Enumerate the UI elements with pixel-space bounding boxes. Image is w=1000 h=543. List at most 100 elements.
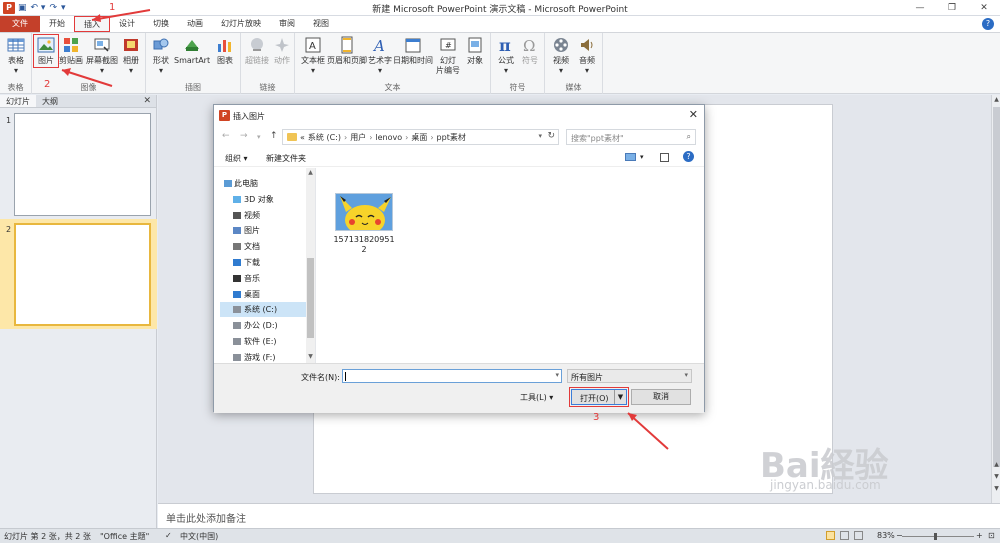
- nav-item[interactable]: 3D 对象: [220, 192, 310, 207]
- audio-button[interactable]: 音频 ▾: [575, 36, 599, 76]
- zoom-level[interactable]: 83%: [877, 531, 895, 540]
- zoom-slider-track[interactable]: [902, 536, 974, 537]
- tab-animations[interactable]: 动画: [178, 16, 212, 32]
- filename-input[interactable]: ▾: [342, 369, 562, 383]
- minimize-icon[interactable]: —: [904, 0, 936, 16]
- new-folder-button[interactable]: 新建文件夹: [266, 153, 306, 164]
- tab-home[interactable]: 开始: [40, 16, 74, 32]
- restore-icon[interactable]: ❐: [936, 0, 968, 16]
- open-button[interactable]: 打开(O) ▼: [569, 387, 629, 407]
- tab-view[interactable]: 视图: [304, 16, 338, 32]
- close-pane-icon[interactable]: ✕: [143, 95, 151, 108]
- navigation-scrollbar[interactable]: ▲ ▼: [306, 168, 315, 363]
- breadcrumb-overflow[interactable]: «: [300, 133, 305, 142]
- scroll-up-icon[interactable]: ▲: [992, 96, 1000, 103]
- screenshot-button[interactable]: 屏幕截图 ▾: [84, 36, 120, 76]
- object-button[interactable]: 对象: [463, 36, 487, 66]
- insert-picture-button[interactable]: 图片: [33, 34, 59, 68]
- nav-item[interactable]: 视频: [220, 208, 310, 223]
- view-options-dropdown-icon[interactable]: ▾: [640, 153, 644, 161]
- notes-pane[interactable]: 单击此处添加备注: [158, 503, 1000, 528]
- tools-button[interactable]: 工具(L) ▾: [520, 392, 553, 403]
- dialog-close-icon[interactable]: ✕: [689, 108, 698, 121]
- zoom-slider-thumb[interactable]: [934, 533, 937, 540]
- equation-button[interactable]: π 公式 ▾: [494, 36, 518, 76]
- slide-sorter-icon[interactable]: [840, 531, 849, 540]
- hyperlink-button[interactable]: 超链接: [244, 36, 270, 66]
- symbol-button[interactable]: Ω 符号: [519, 36, 541, 66]
- scroll-up-page-icon[interactable]: ▲: [992, 461, 1000, 468]
- nav-scroll-up-icon[interactable]: ▲: [306, 169, 315, 176]
- shapes-button[interactable]: 形状 ▾: [150, 36, 172, 76]
- refresh-icon[interactable]: ↻: [547, 131, 555, 141]
- reading-view-icon[interactable]: [854, 531, 863, 540]
- nav-scroll-down-icon[interactable]: ▼: [306, 353, 315, 360]
- slide-thumbnail-1[interactable]: [14, 113, 151, 216]
- tab-review[interactable]: 审阅: [270, 16, 304, 32]
- clipart-button[interactable]: 剪贴画: [59, 36, 83, 66]
- scroll-down-icon[interactable]: ▼: [992, 485, 1000, 492]
- tab-insert[interactable]: 插入: [74, 16, 110, 32]
- address-bar[interactable]: « 系统 (C:) › 用户 › lenovo › 桌面 › ppt素材 ▾ ↻: [282, 129, 559, 145]
- video-button[interactable]: 视频 ▾: [549, 36, 573, 76]
- nav-scroll-thumb[interactable]: [307, 258, 314, 338]
- breadcrumb-desktop[interactable]: 桌面: [411, 132, 427, 143]
- action-button[interactable]: 动作: [271, 36, 293, 66]
- search-icon[interactable]: ⌕: [687, 132, 691, 142]
- breadcrumb-users[interactable]: 用户: [350, 132, 366, 143]
- recent-locations-icon[interactable]: ▾: [257, 133, 261, 141]
- search-input[interactable]: 搜索"ppt素材" ⌕: [566, 129, 696, 145]
- organize-button[interactable]: 组织 ▾: [225, 153, 248, 164]
- tab-file[interactable]: 文件: [0, 16, 40, 32]
- dialog-help-icon[interactable]: ?: [683, 151, 694, 162]
- fit-slide-icon[interactable]: ⊡: [988, 531, 995, 540]
- table-button[interactable]: 表格 ▾: [4, 36, 28, 76]
- tab-slideshow[interactable]: 幻灯片放映: [212, 16, 270, 32]
- change-view-icon[interactable]: [625, 153, 636, 161]
- nav-item[interactable]: 软件 (E:): [220, 334, 310, 349]
- spellcheck-icon[interactable]: ✓: [165, 531, 172, 540]
- breadcrumb-drive-c[interactable]: 系统 (C:): [308, 132, 341, 143]
- filetype-select[interactable]: 所有图片 ▾: [567, 369, 692, 383]
- file-item[interactable]: 157131820951 2: [331, 193, 397, 255]
- photo-album-button[interactable]: 相册 ▾: [120, 36, 142, 76]
- nav-item[interactable]: 系统 (C:): [220, 302, 310, 318]
- nav-item[interactable]: 音乐: [220, 271, 310, 286]
- tab-slides[interactable]: 幻灯片: [0, 95, 36, 107]
- nav-item[interactable]: 下载: [220, 255, 310, 270]
- breadcrumb-ppt-folder[interactable]: ppt素材: [437, 132, 466, 143]
- forward-arrow-icon[interactable]: →: [240, 131, 248, 141]
- language-status[interactable]: 中文(中国): [180, 531, 218, 542]
- smartart-button[interactable]: SmartArt: [174, 36, 210, 66]
- datetime-button[interactable]: 日期和时间: [393, 36, 433, 66]
- nav-item[interactable]: 办公 (D:): [220, 318, 310, 333]
- textbox-button[interactable]: A 文本框 ▾: [299, 36, 327, 76]
- tab-design[interactable]: 设计: [110, 16, 144, 32]
- filename-dropdown-icon[interactable]: ▾: [555, 371, 559, 379]
- slide-number-button[interactable]: # 幻灯 片编号: [435, 36, 461, 76]
- header-footer-button[interactable]: 页眉和页脚: [327, 36, 367, 66]
- editor-scroll-thumb[interactable]: [993, 107, 1000, 467]
- close-icon[interactable]: ✕: [968, 0, 1000, 16]
- scroll-down-page-icon[interactable]: ▼: [992, 473, 1000, 480]
- help-icon[interactable]: ?: [982, 18, 994, 30]
- address-dropdown-icon[interactable]: ▾: [538, 132, 542, 140]
- up-arrow-icon[interactable]: ↑: [270, 131, 278, 141]
- back-arrow-icon[interactable]: ←: [222, 131, 230, 141]
- breadcrumb-lenovo[interactable]: lenovo: [375, 133, 402, 142]
- nav-item[interactable]: 文档: [220, 239, 310, 254]
- nav-item[interactable]: 此电脑: [220, 176, 310, 191]
- zoom-in-icon[interactable]: +: [976, 531, 983, 540]
- nav-item[interactable]: 桌面: [220, 287, 310, 302]
- preview-pane-icon[interactable]: [660, 153, 669, 162]
- nav-item[interactable]: 图片: [220, 223, 310, 238]
- editor-vertical-scrollbar[interactable]: ▲ ▲ ▼ ▼: [991, 95, 1000, 503]
- wordart-button[interactable]: A 艺术字 ▾: [367, 36, 393, 76]
- chart-button[interactable]: 图表: [214, 36, 236, 66]
- tab-transitions[interactable]: 切换: [144, 16, 178, 32]
- tab-outline[interactable]: 大纲: [36, 95, 64, 107]
- slide-thumbnail-2[interactable]: [14, 223, 151, 326]
- open-split-dropdown-icon[interactable]: ▼: [614, 390, 626, 404]
- cancel-button[interactable]: 取消: [631, 389, 691, 405]
- normal-view-icon[interactable]: [826, 531, 835, 540]
